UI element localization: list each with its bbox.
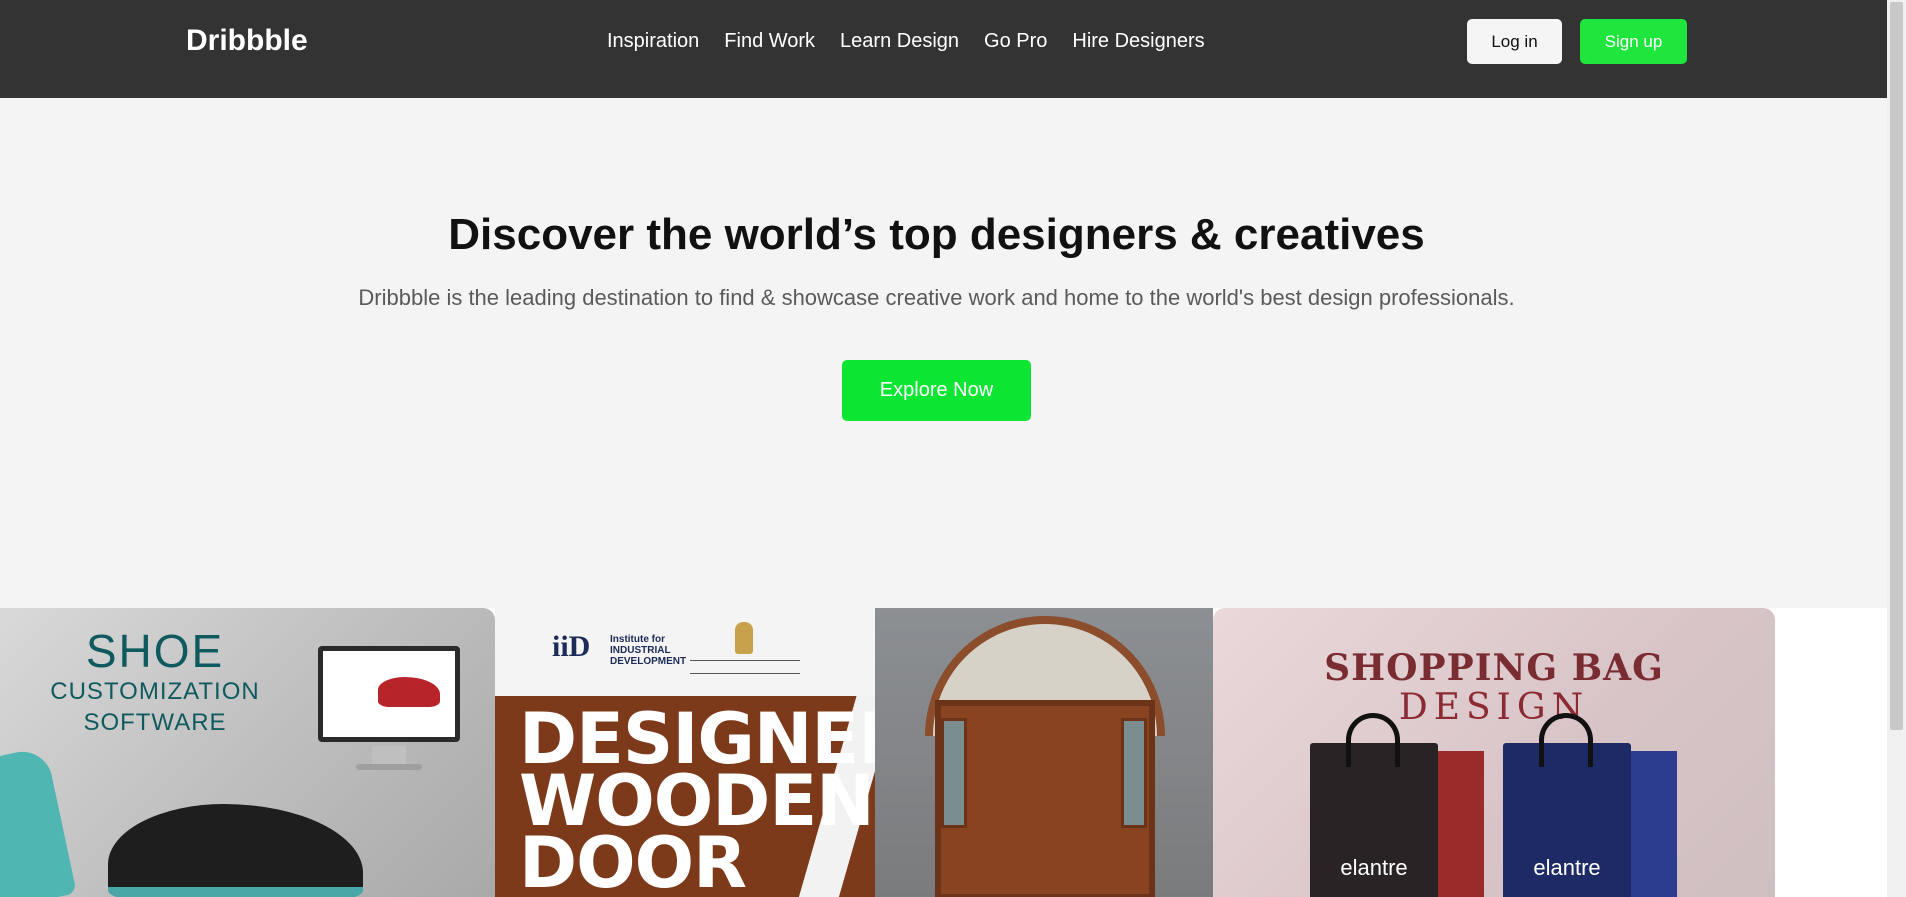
iid-logo-text: Institute for INDUSTRIAL DEVELOPMENT: [610, 634, 686, 667]
shot-card-shopping-bag[interactable]: SHOPPING BAG DESIGN elantre elantre: [1213, 608, 1775, 897]
nav-link-learn-design[interactable]: Learn Design: [840, 30, 959, 52]
bag-title-line1: SHOPPING BAG: [1324, 647, 1664, 689]
monitor-base: [356, 764, 422, 770]
page-scrollbar[interactable]: [1887, 0, 1906, 897]
bag-card-title: SHOPPING BAG DESIGN: [1213, 648, 1775, 728]
hero-section: Discover the world’s top designers & cre…: [0, 98, 1887, 608]
bag-title-line2: DESIGN: [1398, 687, 1590, 728]
shots-gallery: SHOE CUSTOMIZATION SOFTWARE iiD Institut…: [0, 608, 1887, 897]
shoe-card-title: SHOE CUSTOMIZATION SOFTWARE: [30, 626, 280, 738]
nav-link-inspiration[interactable]: Inspiration: [607, 30, 699, 52]
government-emblem-icon: [735, 622, 753, 654]
red-shoe-on-screen: [378, 677, 440, 707]
black-sneaker-illustration: [108, 804, 363, 897]
wooden-door-photo: [875, 608, 1213, 897]
iid-text-line3: DEVELOPMENT: [610, 656, 687, 667]
shot-card-shoe-customization[interactable]: SHOE CUSTOMIZATION SOFTWARE: [0, 608, 495, 897]
bag-side-red: [1438, 751, 1484, 897]
hero-title: Discover the world’s top designers & cre…: [448, 210, 1425, 259]
shoe-title-line1: SHOE: [85, 625, 225, 677]
shoe-title-line3: SOFTWARE: [83, 709, 227, 736]
nav-link-hire-designers[interactable]: Hire Designers: [1072, 30, 1204, 52]
top-navbar: Dribbble Inspiration Find Work Learn Des…: [0, 0, 1887, 98]
bag-side-blue: [1631, 751, 1677, 897]
door-card-title: DESIGNER WOODEN DOOR: [519, 704, 912, 897]
scrollbar-thumb[interactable]: [1890, 2, 1903, 730]
monitor-stand: [372, 746, 406, 766]
shopping-bag-blue: elantre: [1503, 713, 1677, 897]
login-button[interactable]: Log in: [1467, 19, 1562, 64]
shopping-bag-dark: elantre: [1310, 713, 1484, 897]
explore-now-button[interactable]: Explore Now: [842, 360, 1031, 421]
bag-handle: [1539, 713, 1593, 767]
main-nav: Inspiration Find Work Learn Design Go Pr…: [607, 30, 1205, 52]
shoe-title-line2: CUSTOMIZATION: [50, 678, 260, 705]
iid-text-line2: INDUSTRIAL: [610, 645, 671, 656]
door-side-window-right: [1121, 718, 1147, 828]
nav-link-go-pro[interactable]: Go Pro: [984, 30, 1047, 52]
page: Dribbble Inspiration Find Work Learn Des…: [0, 0, 1906, 897]
bag-brand-label: elantre: [1340, 855, 1408, 880]
signup-button[interactable]: Sign up: [1580, 19, 1687, 64]
door-side-window-left: [941, 718, 967, 828]
monitor-illustration: [318, 646, 460, 742]
iid-text-line1: Institute for: [610, 634, 665, 645]
iid-logo: iiD: [552, 630, 591, 663]
teal-sneaker-illustration: [0, 746, 77, 897]
nav-link-find-work[interactable]: Find Work: [724, 30, 815, 52]
bag-handle: [1346, 713, 1400, 767]
bag-brand-label: elantre: [1533, 855, 1601, 880]
ministry-caption-graphic: [690, 660, 800, 674]
dribbble-logo[interactable]: Dribbble: [186, 24, 308, 58]
shot-card-wooden-door[interactable]: iiD Institute for INDUSTRIAL DEVELOPMENT…: [495, 608, 1213, 897]
hero-subtitle: Dribbble is the leading destination to f…: [358, 285, 1515, 310]
